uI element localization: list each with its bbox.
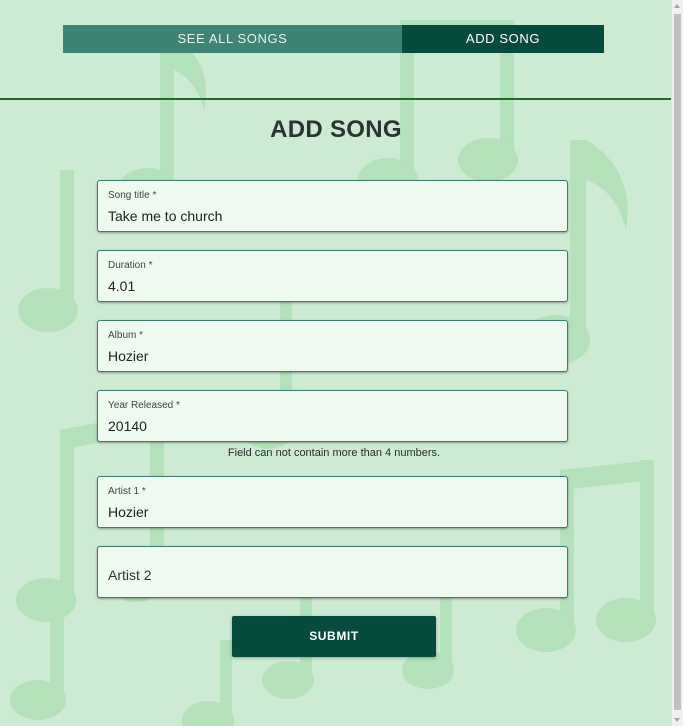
album-label: Album * xyxy=(108,330,144,341)
year-released-field[interactable]: Year Released * 20140 xyxy=(97,390,568,442)
song-title-label: Song title * xyxy=(108,190,157,201)
tab-see-all-songs[interactable]: SEE ALL SONGS xyxy=(63,25,402,53)
top-nav: SEE ALL SONGS ADD SONG xyxy=(63,25,604,53)
song-title-field[interactable]: Song title * Take me to church xyxy=(97,180,568,232)
album-value: Hozier xyxy=(108,348,149,364)
year-released-error: Field can not contain more than 4 number… xyxy=(227,447,441,459)
song-title-value: Take me to church xyxy=(108,208,223,224)
artist-2-placeholder: Artist 2 xyxy=(108,567,152,583)
artist-1-field[interactable]: Artist 1 * Hozier xyxy=(97,476,568,528)
scroll-up-arrow-icon[interactable] xyxy=(674,4,680,8)
artist-1-value: Hozier xyxy=(108,504,149,520)
vertical-scrollbar[interactable] xyxy=(671,0,683,726)
year-released-value: 20140 xyxy=(108,418,147,434)
scroll-down-arrow-icon[interactable] xyxy=(674,718,680,722)
page-title: ADD SONG xyxy=(270,116,402,143)
duration-field[interactable]: Duration * 4.01 xyxy=(97,250,568,302)
artist-1-label: Artist 1 * xyxy=(108,486,146,497)
music-note-icon xyxy=(18,170,78,332)
scrollbar-thumb[interactable] xyxy=(674,14,681,710)
tab-add-song[interactable]: ADD SONG xyxy=(402,25,604,53)
header-divider xyxy=(0,98,672,100)
add-song-page: SEE ALL SONGS ADD SONG ADD SONG Song tit… xyxy=(0,0,672,726)
duration-value: 4.01 xyxy=(108,278,136,294)
artist-2-field[interactable]: Artist 2 xyxy=(97,546,568,598)
music-note-icon xyxy=(182,640,234,726)
year-released-label: Year Released * xyxy=(108,400,180,411)
duration-label: Duration * xyxy=(108,260,153,271)
album-field[interactable]: Album * Hozier xyxy=(97,320,568,372)
submit-button[interactable]: SUBMIT xyxy=(232,616,436,657)
